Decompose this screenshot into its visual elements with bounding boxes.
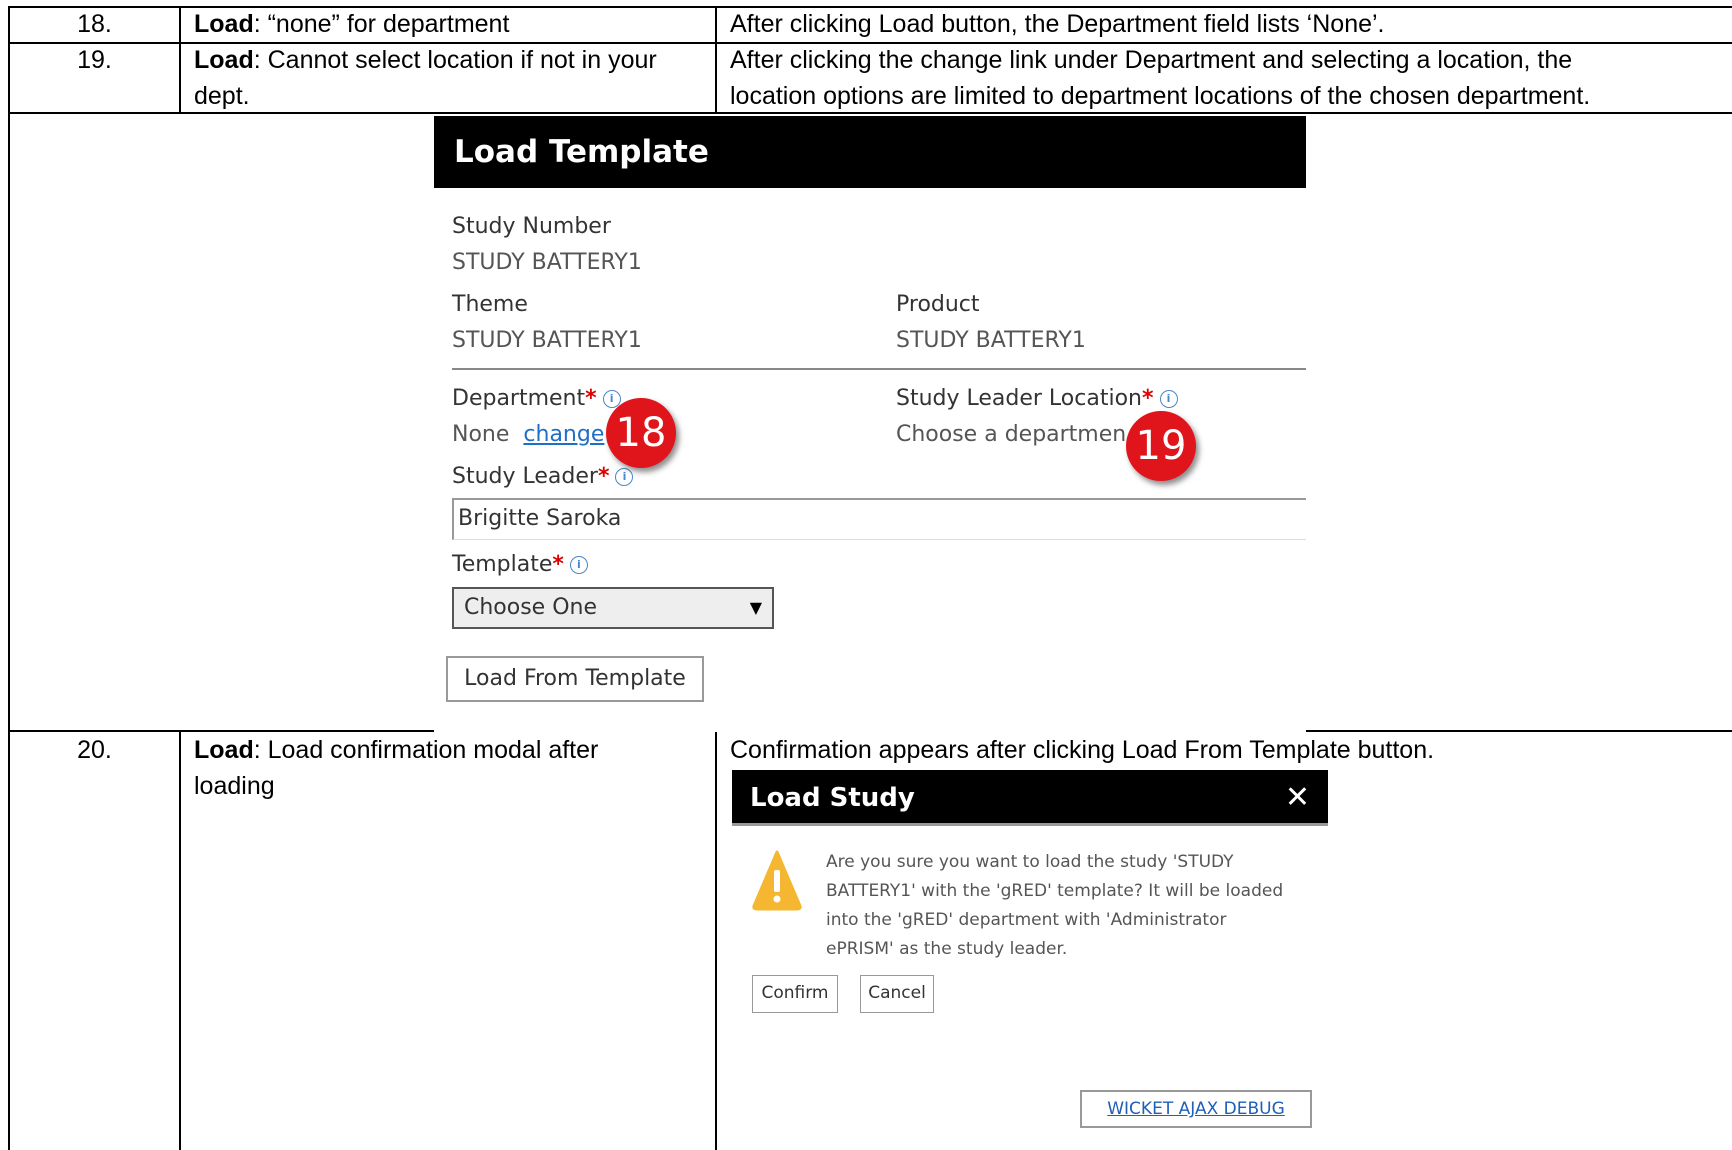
row-title: Load: Cannot select location if not in y… (194, 42, 709, 114)
template-label-text: Template (452, 552, 553, 577)
table-column-divider (179, 6, 181, 112)
study-leader-label-text: Study Leader (452, 464, 598, 489)
load-study-title: Load Study (732, 770, 1328, 826)
row-number: 18. (77, 10, 112, 38)
theme-label: Theme (452, 292, 528, 317)
template-select[interactable]: Choose One ▼ (452, 587, 774, 629)
department-value-row: None change (452, 422, 604, 447)
row-description: Confirmation appears after clicking Load… (730, 736, 1435, 764)
row-title-bold: Load (194, 10, 254, 38)
table-column-divider (715, 6, 717, 112)
row-description-line1: After clicking the change link under Dep… (730, 46, 1573, 74)
department-label: Department* i (452, 386, 621, 411)
row-number: 19. (77, 46, 112, 74)
annotation-badge-19: 19 (1126, 411, 1196, 481)
row-title-text-line2: loading (194, 772, 275, 800)
study-leader-input[interactable]: Brigitte Saroka (452, 498, 1306, 540)
row-title-bold: Load (194, 46, 254, 74)
info-icon[interactable]: i (569, 556, 588, 574)
wicket-ajax-debug-link[interactable]: WICKET AJAX DEBUG (1080, 1090, 1312, 1128)
row-title-text-line2: dept. (194, 82, 250, 110)
product-label: Product (896, 292, 980, 317)
study-leader-location-label: Study Leader Location* i (896, 386, 1178, 411)
product-value: STUDY BATTERY1 (896, 328, 1086, 353)
row-description: After clicking the change link under Dep… (730, 42, 1730, 114)
study-leader-label: Study Leader* i (452, 464, 634, 489)
load-study-modal: Load Study ✕ Are you sure you want to lo… (732, 770, 1328, 1150)
table-column-divider (179, 730, 181, 1150)
row-title-bold: Load (194, 736, 254, 764)
study-leader-location-value: Choose a departmen (896, 422, 1127, 447)
row-description-line2: location options are limited to departme… (730, 82, 1591, 110)
department-value: None (452, 422, 510, 447)
warning-icon (752, 850, 802, 911)
load-study-title-text: Load Study (750, 783, 915, 813)
row-title-text: : “none” for department (253, 10, 510, 38)
row-number: 20. (77, 736, 112, 764)
table-column-divider (715, 730, 717, 1150)
close-icon[interactable]: ✕ (1285, 770, 1310, 826)
table-border-left (8, 6, 10, 1150)
row-title-text: : Cannot select location if not in your (253, 46, 657, 74)
annotation-badge-18: 18 (606, 398, 676, 468)
load-template-title: Load Template (434, 116, 1306, 188)
department-change-link[interactable]: change (523, 422, 604, 447)
theme-value: STUDY BATTERY1 (452, 328, 642, 353)
required-marker: * (597, 464, 610, 489)
template-select-value: Choose One (464, 595, 598, 620)
dropdown-arrow-icon: ▼ (749, 598, 762, 617)
row-title: Load: Load confirmation modal after loadi… (194, 732, 709, 804)
study-number-value: STUDY BATTERY1 (452, 250, 642, 275)
row-title-text: : Load confirmation modal after (253, 736, 599, 764)
info-icon[interactable]: i (615, 468, 634, 486)
section-divider (452, 368, 1306, 370)
load-template-panel: Load Template Study Number STUDY BATTERY… (434, 116, 1306, 732)
template-label: Template* i (452, 552, 588, 577)
study-leader-location-label-text: Study Leader Location (896, 386, 1142, 411)
department-label-text: Department (452, 386, 586, 411)
info-icon[interactable]: i (1159, 390, 1178, 408)
required-marker: * (585, 386, 597, 411)
required-marker: * (1142, 386, 1154, 411)
required-marker: * (552, 552, 564, 577)
confirm-button[interactable]: Confirm (752, 975, 838, 1013)
load-study-message: Are you sure you want to load the study … (826, 852, 1284, 959)
cancel-button[interactable]: Cancel (860, 975, 934, 1013)
row-title: Load: “none” for department (194, 6, 709, 42)
study-number-label: Study Number (452, 214, 611, 239)
load-from-template-button[interactable]: Load From Template (446, 656, 704, 702)
row-description: After clicking Load button, the Departme… (730, 10, 1385, 38)
